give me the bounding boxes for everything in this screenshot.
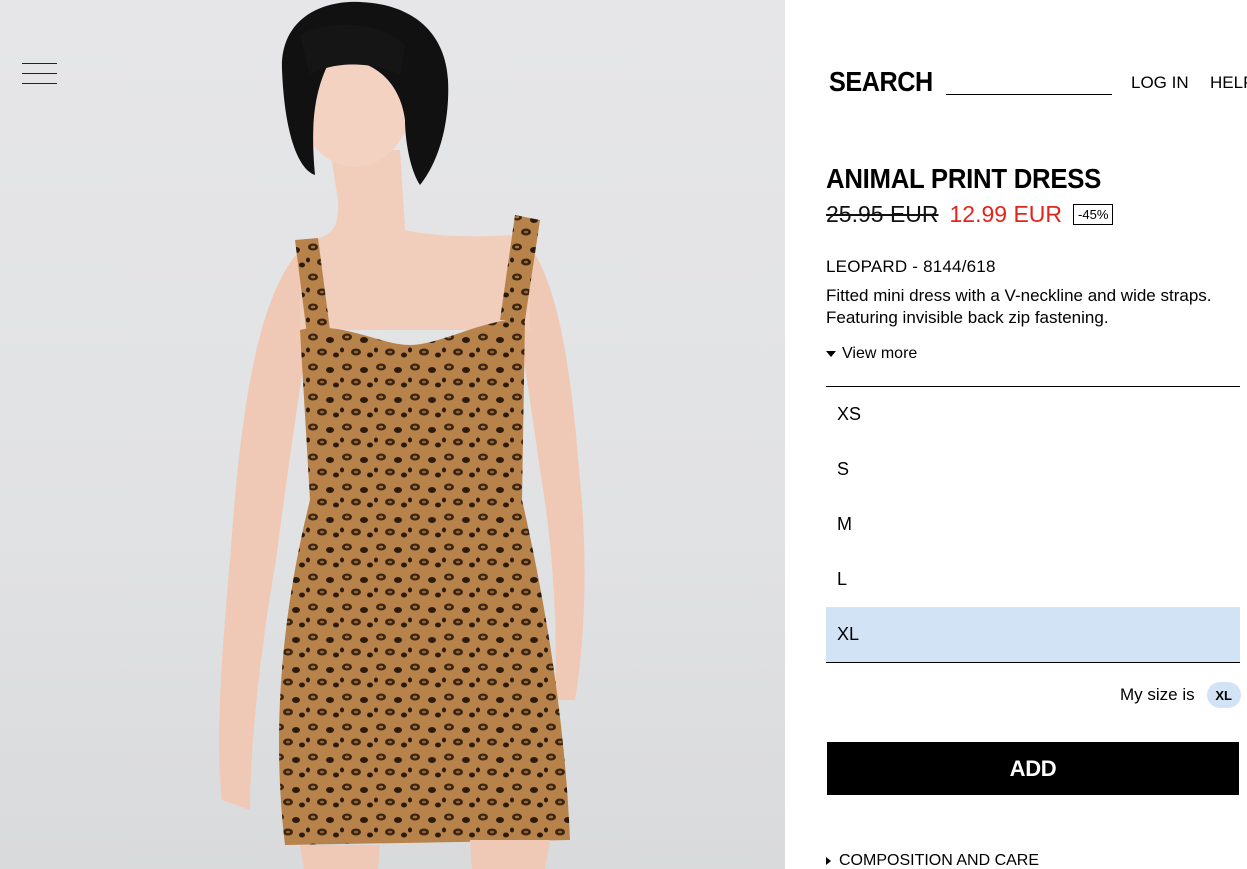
- search-input[interactable]: [946, 70, 1112, 95]
- my-size-label: My size is: [1120, 685, 1195, 704]
- size-option-xs[interactable]: XS: [826, 387, 1240, 442]
- caret-right-icon: [826, 857, 831, 865]
- view-more-label: View more: [842, 345, 918, 362]
- price-row: 25.95 EUR 12.99 EUR -45%: [826, 201, 1114, 228]
- composition-care-toggle[interactable]: COMPOSITION AND CARE: [826, 852, 1039, 869]
- add-to-cart-button[interactable]: ADD: [827, 742, 1239, 795]
- my-size-badge[interactable]: XL: [1206, 682, 1241, 708]
- my-size[interactable]: My size is XL: [1120, 682, 1241, 708]
- size-option-xl[interactable]: XL: [826, 607, 1240, 662]
- search-label[interactable]: SEARCH: [829, 66, 933, 98]
- model-illustration: [219, 1, 585, 869]
- product-photo: [0, 0, 785, 869]
- product-panel: SEARCH LOG IN HELP ANIMAL PRINT DRESS 25…: [785, 0, 1247, 869]
- login-link[interactable]: LOG IN: [1131, 73, 1189, 93]
- color-reference: LEOPARD - 8144/618: [826, 257, 996, 276]
- help-link[interactable]: HELP: [1210, 73, 1247, 93]
- old-price: 25.95 EUR: [826, 201, 939, 227]
- size-option-s[interactable]: S: [826, 442, 1240, 497]
- discount-badge: -45%: [1073, 204, 1114, 225]
- product-title: ANIMAL PRINT DRESS: [826, 163, 1102, 194]
- size-list: XS S M L XL: [826, 386, 1240, 663]
- caret-down-icon: [826, 351, 836, 357]
- view-more-toggle[interactable]: View more: [826, 345, 917, 363]
- product-description: Fitted mini dress with a V-neckline and …: [826, 286, 1212, 327]
- size-option-l[interactable]: L: [826, 552, 1240, 607]
- size-option-m[interactable]: M: [826, 497, 1240, 552]
- composition-care-label: COMPOSITION AND CARE: [839, 852, 1040, 869]
- hamburger-menu-icon[interactable]: [22, 63, 58, 87]
- sale-price: 12.99 EUR: [949, 201, 1063, 227]
